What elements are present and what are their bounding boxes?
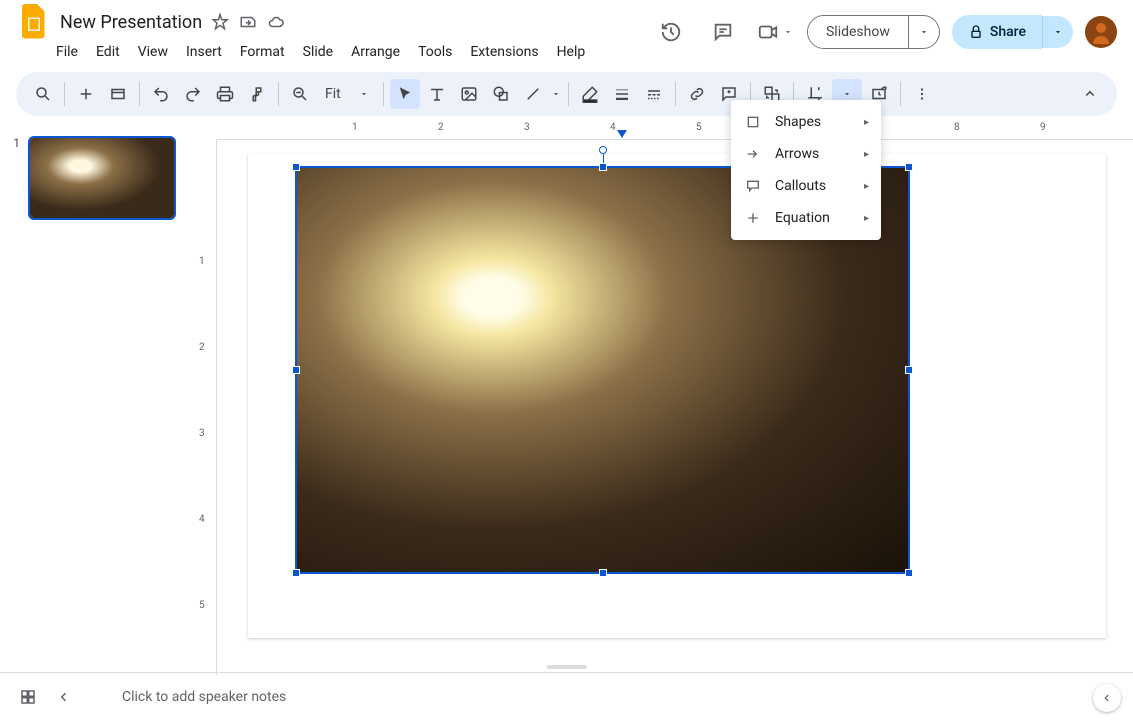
document-title[interactable]: New Presentation [60,12,202,33]
border-dash-icon[interactable] [639,79,669,109]
menu-equation[interactable]: Equation ▸ [731,202,881,234]
meet-icon[interactable] [755,12,795,52]
zoom-value: Fit [325,86,341,102]
callout-icon [743,176,763,196]
speaker-notes-area: Click to add speaker notes [0,672,1133,720]
ruler-marker[interactable] [617,130,627,138]
rotate-handle[interactable] [599,146,607,154]
chevron-right-icon: ▸ [864,149,869,160]
notes-resize-handle[interactable] [547,665,587,669]
mask-shape-menu: Shapes ▸ Arrows ▸ Callouts ▸ Equation ▸ [731,100,881,240]
search-icon[interactable] [28,79,58,109]
speaker-notes-input[interactable]: Click to add speaker notes [92,689,1133,705]
paint-format-icon[interactable] [242,79,272,109]
equation-icon [743,208,763,228]
redo-icon[interactable] [178,79,208,109]
menu-arrows[interactable]: Arrows ▸ [731,138,881,170]
textbox-icon[interactable] [422,79,452,109]
share-button[interactable]: Share [952,15,1042,49]
horizontal-ruler[interactable]: 1 2 3 4 5 6 7 8 9 [217,120,1133,140]
square-icon [743,112,763,132]
new-slide-dropdown[interactable] [103,79,133,109]
star-icon[interactable] [210,12,230,32]
link-icon[interactable] [682,79,712,109]
move-icon[interactable] [238,12,258,32]
resize-handle-br[interactable] [905,569,913,577]
toolbar: Fit [16,72,1117,116]
border-color-icon[interactable] [575,79,605,109]
border-weight-icon[interactable] [607,79,637,109]
collapse-toolbar-icon[interactable] [1075,79,1105,109]
print-icon[interactable] [210,79,240,109]
chevron-right-icon: ▸ [864,117,869,128]
resize-handle-mr[interactable] [905,366,913,374]
select-tool-icon[interactable] [390,79,420,109]
slides-logo[interactable] [16,4,52,40]
menu-insert[interactable]: Insert [178,40,230,64]
chevron-right-icon: ▸ [864,181,869,192]
menu-arrange[interactable]: Arrange [343,40,408,64]
resize-handle-ml[interactable] [292,366,300,374]
menu-shapes[interactable]: Shapes ▸ [731,106,881,138]
grid-view-icon[interactable] [16,685,40,709]
line-dropdown[interactable] [550,89,562,99]
zoom-icon[interactable] [285,79,315,109]
menu-file[interactable]: File [48,40,86,64]
menu-help[interactable]: Help [549,40,594,64]
line-icon[interactable] [518,79,548,109]
more-icon[interactable] [907,79,937,109]
cloud-status-icon[interactable] [266,12,286,32]
comments-icon[interactable] [703,12,743,52]
menu-format[interactable]: Format [232,40,293,64]
slide-canvas[interactable] [248,154,1106,638]
history-icon[interactable] [651,12,691,52]
slide-number: 1 [8,136,20,150]
share-dropdown[interactable] [1042,16,1073,48]
new-slide-icon[interactable] [71,79,101,109]
menu-extensions[interactable]: Extensions [462,40,546,64]
chevron-right-icon: ▸ [864,213,869,224]
shape-icon[interactable] [486,79,516,109]
resize-handle-tm[interactable] [599,163,607,171]
vertical-ruler[interactable]: 1 2 3 4 5 [195,140,217,675]
resize-handle-bm[interactable] [599,569,607,577]
resize-handle-tl[interactable] [292,163,300,171]
resize-handle-tr[interactable] [905,163,913,171]
resize-handle-bl[interactable] [292,569,300,577]
menu-view[interactable]: View [130,40,176,64]
slideshow-button[interactable]: Slideshow [808,16,908,48]
menu-tools[interactable]: Tools [410,40,460,64]
undo-icon[interactable] [146,79,176,109]
share-label: Share [990,24,1026,40]
chevron-down-icon [359,89,369,99]
explore-icon[interactable] [1093,684,1121,712]
image-icon[interactable] [454,79,484,109]
slide-panel: 1 [0,120,195,675]
user-avatar[interactable] [1085,16,1117,48]
collapse-notes-icon[interactable] [52,685,76,709]
menu-callouts[interactable]: Callouts ▸ [731,170,881,202]
zoom-select[interactable]: Fit [317,82,377,106]
menu-slide[interactable]: Slide [295,40,341,64]
menu-edit[interactable]: Edit [88,40,128,64]
slideshow-dropdown[interactable] [908,16,939,48]
lock-icon [968,24,984,40]
arrow-icon [743,144,763,164]
canvas-area: 1 2 3 4 5 6 7 8 9 1 2 3 4 5 [195,120,1133,675]
slide-thumbnail[interactable]: 1 [8,136,187,220]
